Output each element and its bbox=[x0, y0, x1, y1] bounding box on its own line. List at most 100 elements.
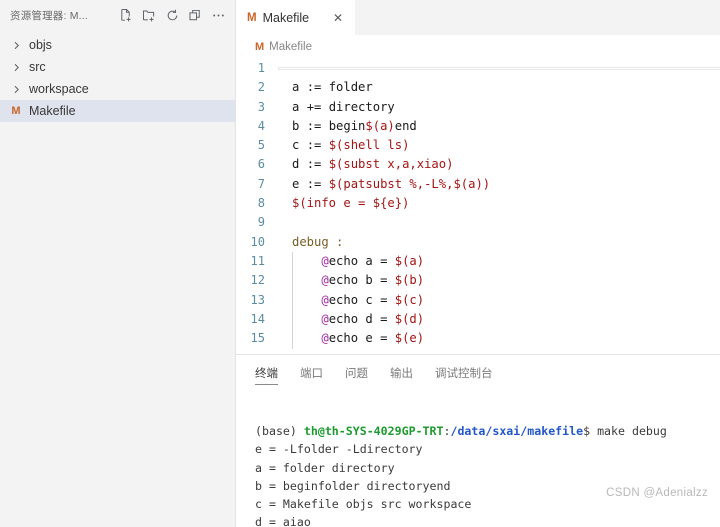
code-line[interactable]: 6 d := $(subst x,a,xiao) bbox=[236, 155, 720, 174]
line-number: 8 bbox=[257, 196, 265, 211]
code-line[interactable]: 2 a := folder bbox=[236, 78, 720, 97]
code-text[interactable]: @echo e = $(e) bbox=[282, 329, 720, 348]
code-token: end bbox=[394, 118, 417, 133]
tab-makefile[interactable]: M Makefile ✕ bbox=[236, 0, 356, 35]
line-number: 10 bbox=[250, 234, 265, 249]
explorer-title: 资源管理器: M... bbox=[10, 10, 89, 22]
code-line[interactable]: 14 @echo d = $(d) bbox=[236, 310, 720, 329]
code-token: e bbox=[292, 176, 307, 191]
tree-item-label: workspace bbox=[29, 82, 89, 96]
panel-tab-问题[interactable]: 问题 bbox=[345, 355, 368, 390]
tree-item-makefile[interactable]: M Makefile bbox=[0, 100, 235, 122]
code-line[interactable]: 13 @echo c = $(c) bbox=[236, 291, 720, 310]
code-text[interactable]: d := $(subst x,a,xiao) bbox=[282, 155, 720, 174]
code-line[interactable]: 10 debug : bbox=[236, 233, 720, 252]
code-token: echo d = bbox=[328, 311, 395, 326]
new-file-icon[interactable] bbox=[116, 5, 137, 26]
line-number: 1 bbox=[257, 61, 265, 75]
code-token: $(info e = ${e}) bbox=[292, 196, 410, 211]
panel-tabs: 终端 端口 问题 输出 调试控制台 bbox=[236, 355, 720, 390]
code-token: c bbox=[292, 138, 307, 153]
code-token: directory bbox=[328, 99, 395, 114]
code-text[interactable]: e := $(patsubst %,-L%,$(a)) bbox=[282, 175, 720, 194]
code-line[interactable]: 11 @echo a = $(a) bbox=[236, 252, 720, 271]
code-text[interactable]: @echo c = $(c) bbox=[282, 291, 720, 310]
chevron-right-icon bbox=[8, 59, 24, 75]
code-line[interactable]: 5 c := $(shell ls) bbox=[236, 136, 720, 155]
indent-guide bbox=[292, 252, 293, 349]
chevron-right-icon bbox=[8, 81, 24, 97]
breadcrumb-label: Makefile bbox=[269, 40, 312, 53]
tree-item-src[interactable]: src bbox=[0, 56, 235, 78]
code-token: := bbox=[306, 118, 329, 133]
panel-tab-输出[interactable]: 输出 bbox=[390, 355, 413, 390]
code-token: $(e) bbox=[394, 331, 425, 346]
code-token: $(shell ls) bbox=[328, 138, 410, 153]
code-line[interactable]: 8 $(info e = ${e}) bbox=[236, 194, 720, 213]
tabbar-empty-space bbox=[356, 0, 720, 35]
code-line[interactable]: 7 e := $(patsubst %,-L%,$(a)) bbox=[236, 175, 720, 194]
tree-item-workspace[interactable]: workspace bbox=[0, 78, 235, 100]
line-number: 6 bbox=[257, 157, 265, 172]
explorer-actions bbox=[116, 5, 229, 26]
code-token: d bbox=[292, 157, 307, 172]
code-token: $(subst x,a,xiao) bbox=[328, 157, 454, 172]
watermark: CSDN @Adenialzz bbox=[606, 487, 708, 499]
code-line[interactable]: 9 bbox=[236, 213, 720, 232]
code-text[interactable]: debug : bbox=[282, 233, 720, 252]
code-line[interactable]: 15 @echo e = $(e) bbox=[236, 329, 720, 348]
line-number: 2 bbox=[257, 80, 265, 95]
code-token: echo c = bbox=[328, 292, 395, 307]
code-token: folder bbox=[328, 80, 373, 95]
code-token: $(c) bbox=[394, 292, 425, 307]
terminal-prompt-sigil: $ bbox=[583, 424, 598, 439]
tree-item-label: Makefile bbox=[29, 104, 76, 118]
code-token: $(a) bbox=[365, 118, 395, 133]
panel-tab-terminal[interactable]: 终端 bbox=[255, 355, 278, 390]
line-number: 7 bbox=[257, 176, 265, 191]
line-number: 11 bbox=[250, 253, 265, 268]
code-text[interactable]: @echo d = $(d) bbox=[282, 310, 720, 329]
code-line[interactable]: 4 b := begin$(a)end bbox=[236, 117, 720, 136]
code-text[interactable]: c := $(shell ls) bbox=[282, 136, 720, 155]
code-token: := bbox=[306, 80, 329, 95]
line-number: 12 bbox=[250, 273, 265, 288]
code-text[interactable]: @echo a = $(a) bbox=[282, 252, 720, 271]
chevron-right-icon bbox=[8, 37, 24, 53]
code-token: a bbox=[292, 80, 307, 95]
close-icon[interactable]: ✕ bbox=[330, 10, 346, 26]
terminal-prompt-user: th@th-SYS-4029GP-TRT bbox=[303, 424, 444, 439]
code-text[interactable]: b := begin$(a)end bbox=[282, 117, 720, 136]
terminal-output[interactable]: (base) th@th-SYS-4029GP-TRT:/data/sxai/m… bbox=[236, 390, 720, 527]
code-token: echo b = bbox=[328, 273, 395, 288]
tree-item-label: objs bbox=[29, 38, 52, 52]
code-text[interactable]: $(info e = ${e}) bbox=[282, 194, 720, 213]
new-folder-icon[interactable] bbox=[139, 5, 160, 26]
code-token: @ bbox=[321, 253, 329, 268]
panel-tab-端口[interactable]: 端口 bbox=[300, 355, 323, 390]
code-text[interactable]: a += directory bbox=[282, 98, 720, 117]
code-token: echo e = bbox=[328, 331, 395, 346]
code-token: debug : bbox=[292, 234, 344, 249]
collapse-all-icon[interactable] bbox=[185, 5, 206, 26]
code-line[interactable]: 12 @echo b = $(b) bbox=[236, 271, 720, 290]
breadcrumb[interactable]: M Makefile bbox=[236, 35, 720, 58]
editor-tabbar: M Makefile ✕ bbox=[236, 0, 720, 35]
panel-tab-调试控制台[interactable]: 调试控制台 bbox=[435, 355, 493, 390]
code-text[interactable]: a := folder bbox=[282, 78, 720, 97]
code-token: @ bbox=[321, 292, 329, 307]
code-text[interactable]: @echo b = $(b) bbox=[282, 271, 720, 290]
code-line[interactable]: 3 a += directory bbox=[236, 98, 720, 117]
code-lines[interactable]: 12a := folder 3 a += directory 4 b := begin$… bbox=[236, 58, 720, 348]
terminal-prompt-env: (base) bbox=[255, 424, 304, 439]
refresh-icon[interactable] bbox=[162, 5, 183, 26]
code-line[interactable]: 1 bbox=[236, 59, 720, 78]
code-editor[interactable]: 12a := folder 3 a += directory 4 b := begin$… bbox=[236, 58, 720, 354]
code-token: echo a = bbox=[328, 253, 395, 268]
more-actions-icon[interactable] bbox=[208, 5, 229, 26]
tree-item-objs[interactable]: objs bbox=[0, 34, 235, 56]
terminal-output-lines: e = -Lfolder -Ldirectory a = folder dire… bbox=[255, 442, 472, 527]
vscode-window: 资源管理器: M... objs src workspace M Makefil… bbox=[0, 0, 720, 527]
